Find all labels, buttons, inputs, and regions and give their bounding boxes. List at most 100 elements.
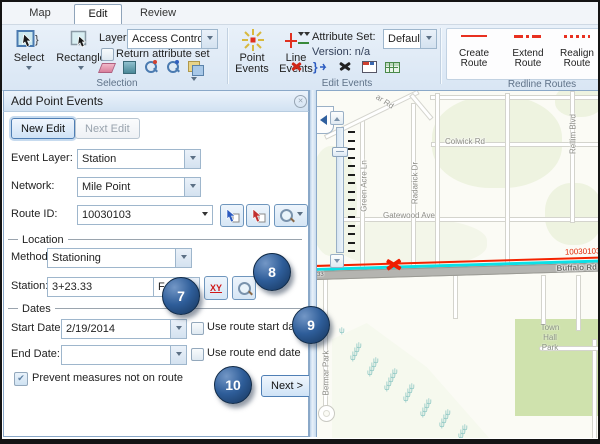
point-events-icon <box>232 28 274 52</box>
event-attributes-window-icon[interactable] <box>361 59 377 75</box>
map-canvas[interactable]: ψψψψψψψψψψψψψψψψψψψψψψψψψψψψψ 33 Buffalo… <box>317 90 598 438</box>
pan-to-selection-icon[interactable] <box>165 59 181 75</box>
point-events-button[interactable]: Point Events <box>232 28 274 75</box>
callout-8-number: 8 <box>268 264 276 280</box>
route-zoom-dropdown-button[interactable] <box>274 204 308 227</box>
tab-review[interactable]: Review <box>130 4 186 23</box>
street-label-green-acre: Green Acre Ln <box>360 160 369 212</box>
clear-route-selection-button[interactable] <box>246 204 270 227</box>
caret-down-icon <box>334 259 340 266</box>
clear-selection-eraser-icon[interactable] <box>99 59 115 75</box>
marsh-symbol-icon: ψ <box>384 384 390 392</box>
callout-8: 8 <box>253 253 291 291</box>
new-edit-button[interactable]: New Edit <box>11 118 75 139</box>
route-id-combobox[interactable]: 10030103 <box>77 205 213 225</box>
panel-header: Add Point Events <box>3 90 309 112</box>
station-input[interactable]: 3+23.33 <box>47 277 157 297</box>
event-layer-dropdown[interactable]: Station <box>77 149 201 169</box>
selection-fill-icon[interactable] <box>121 59 137 75</box>
callout-9: 9 <box>292 306 330 344</box>
marsh-symbol-icon: ψ <box>439 421 445 429</box>
use-route-start-date-checkbox[interactable] <box>191 322 204 335</box>
end-date-caret-cell[interactable] <box>170 346 186 364</box>
layer-dropdown-value: Access Control <box>128 33 201 45</box>
attribute-set-label: Attribute Set: <box>312 31 376 43</box>
caret-down-icon <box>181 255 187 262</box>
start-date-value: 2/19/2014 <box>62 323 170 335</box>
xy-coordinates-button[interactable]: XY <box>204 276 228 300</box>
cul-de-sac <box>318 405 335 422</box>
network-caret-cell[interactable] <box>184 178 200 196</box>
zoom-slider-handle[interactable] <box>332 147 348 157</box>
select-dropdown-caret-icon[interactable] <box>26 66 32 73</box>
marsh-symbol-icon: ψ <box>350 354 356 362</box>
use-route-start-date-label: Use route start date <box>207 321 304 333</box>
zoom-in-button[interactable] <box>330 111 344 125</box>
end-date-picker[interactable] <box>61 345 187 365</box>
select-tool-label: Select <box>6 53 52 64</box>
extend-route-icon <box>514 35 542 38</box>
new-edit-label: New Edit <box>21 123 65 135</box>
zoom-slider-track[interactable] <box>336 127 344 253</box>
select-route-on-map-button[interactable] <box>220 204 244 227</box>
route-id-caret[interactable] <box>198 206 212 224</box>
move-event-icon[interactable] <box>338 59 354 75</box>
network-value: Mile Point <box>78 181 184 193</box>
marsh-symbol-icon: ψ <box>420 410 426 418</box>
start-date-caret-cell[interactable] <box>170 320 186 338</box>
ribbon-tab-strip: Map Edit Review <box>2 2 598 25</box>
close-icon[interactable]: ✕ <box>294 95 307 108</box>
redline-routes-group-label: Redline Routes <box>467 79 600 90</box>
ribbon: Map Edit Review } Select <box>2 2 598 91</box>
marsh-symbol-icon: ψ <box>339 327 345 335</box>
tab-map[interactable]: Map <box>18 4 62 23</box>
selection-more-caret-icon[interactable] <box>191 77 197 84</box>
use-route-end-date-checkbox[interactable] <box>191 348 204 361</box>
event-table-icon[interactable] <box>384 59 400 75</box>
realign-route-button[interactable]: Realign Route <box>556 35 598 69</box>
prevent-measures-checkbox[interactable] <box>14 372 28 386</box>
method-value: Stationing <box>48 252 175 264</box>
next-edit-label: Next Edit <box>85 123 130 135</box>
ribbon-separator <box>227 28 228 84</box>
zoom-to-selection-icon[interactable] <box>143 59 159 75</box>
next-button[interactable]: Next > <box>261 375 313 397</box>
merge-events-icon[interactable]: } <box>313 59 329 75</box>
layer-dropdown-caret-cell[interactable] <box>201 30 217 48</box>
split-event-icon[interactable] <box>289 59 305 75</box>
street-label-radarick: Radarick Dr <box>411 162 420 204</box>
zoom-out-button[interactable] <box>330 254 344 268</box>
marsh-symbol-icon: ψ <box>458 432 464 438</box>
station-zoom-button[interactable] <box>232 276 256 300</box>
road <box>541 275 546 325</box>
road <box>592 339 597 438</box>
event-layer-label: Event Layer: <box>11 152 73 164</box>
route-number-label: 10030103 <box>565 247 598 257</box>
next-edit-button[interactable]: Next Edit <box>75 118 140 139</box>
selection-layers-icon[interactable] <box>187 59 203 75</box>
rectangle-dropdown-caret-icon[interactable] <box>78 66 84 73</box>
method-caret-cell[interactable] <box>175 249 191 267</box>
realign-route-label: Realign Route <box>556 49 598 69</box>
event-layer-caret-cell[interactable] <box>184 150 200 168</box>
extend-route-button[interactable]: Extend Route <box>502 35 554 69</box>
tab-edit[interactable]: Edit <box>74 4 122 24</box>
create-route-button[interactable]: Create Route <box>448 35 500 69</box>
layer-dropdown[interactable]: Access Control <box>127 29 218 49</box>
svg-text:}: } <box>313 60 318 74</box>
location-legend-label: Location <box>18 234 68 246</box>
caret-down-icon <box>297 212 303 219</box>
network-dropdown[interactable]: Mile Point <box>77 177 201 197</box>
xy-icon: XY <box>210 283 222 293</box>
method-dropdown[interactable]: Stationing <box>47 248 192 268</box>
start-date-picker[interactable]: 2/19/2014 <box>61 319 187 339</box>
select-tool-button[interactable]: } Select <box>6 28 52 76</box>
use-route-end-date-label: Use route end date <box>207 347 301 359</box>
attribute-set-dropdown[interactable]: Default <box>383 29 437 49</box>
panel-title: Add Point Events <box>11 94 103 108</box>
attribute-set-caret-cell[interactable] <box>420 30 436 48</box>
create-route-label: Create Route <box>448 49 500 69</box>
event-x-marker <box>385 257 403 272</box>
location-legend: Location <box>8 234 302 245</box>
panel-map-divider[interactable] <box>309 90 317 437</box>
